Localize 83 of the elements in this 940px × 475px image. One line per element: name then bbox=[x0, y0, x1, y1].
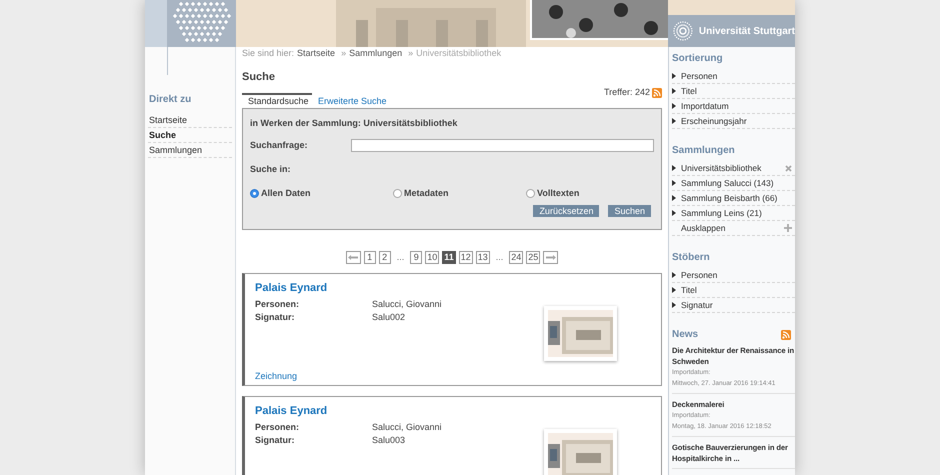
arrow-right-icon bbox=[672, 118, 676, 124]
sidebar-link[interactable]: Titel bbox=[672, 84, 795, 99]
sidebar-link[interactable]: Sammlung Salucci (143) bbox=[672, 176, 795, 191]
remove-icon bbox=[785, 164, 792, 172]
section-heading: Sammlungen bbox=[672, 144, 735, 158]
form-button[interactable]: Zurücksetzen bbox=[533, 204, 600, 216]
field-value: Salu003 bbox=[372, 434, 406, 446]
breadcrumb-link[interactable]: Sammlungen bbox=[349, 47, 402, 60]
section-heading: Stöbern bbox=[672, 251, 710, 265]
page-button[interactable]: 13 bbox=[476, 250, 490, 264]
arrow-right-icon bbox=[672, 272, 676, 278]
field-value: Salu002 bbox=[372, 310, 406, 322]
field-label: Personen: bbox=[255, 298, 300, 310]
field-label: Personen: bbox=[255, 420, 300, 432]
result-type-link[interactable]: Zeichnung bbox=[255, 370, 298, 383]
arrow-right-icon bbox=[672, 73, 676, 79]
section-heading: Sortierung bbox=[672, 52, 723, 66]
rss-icon bbox=[781, 330, 791, 340]
pagination-ellipsis: ... bbox=[396, 250, 404, 264]
arrow-right-icon bbox=[672, 210, 676, 216]
radio-button[interactable] bbox=[393, 189, 402, 198]
sidebar-link[interactable]: Personen bbox=[672, 268, 795, 283]
nav-link[interactable]: Suche bbox=[148, 128, 232, 143]
section-heading: Direkt zu bbox=[148, 93, 192, 107]
arrow-right-icon bbox=[672, 287, 676, 293]
sidebar-link[interactable]: Erscheinungsjahr bbox=[672, 114, 795, 129]
page-button[interactable]: 10 bbox=[425, 250, 440, 264]
arrow-left-icon bbox=[347, 254, 360, 261]
rss-icon bbox=[652, 88, 662, 98]
field-label: Signatur: bbox=[255, 434, 296, 446]
arrow-right-icon bbox=[672, 165, 676, 171]
sidebar-link[interactable]: Signatur bbox=[672, 298, 795, 313]
radio-label: Metadaten bbox=[404, 187, 449, 200]
arrow-right-icon bbox=[544, 254, 557, 261]
radio-button[interactable] bbox=[526, 189, 535, 198]
breadcrumb-separator: » bbox=[341, 47, 346, 60]
arrow-right-icon bbox=[672, 195, 676, 201]
breadcrumb-label: Sie sind hier: bbox=[242, 47, 294, 60]
result-title[interactable]: Palais Eynard bbox=[255, 403, 661, 420]
page-title: Suche bbox=[242, 70, 276, 82]
pagination-ellipsis: ... bbox=[496, 250, 504, 264]
brand-name: Universität Stuttgart bbox=[698, 24, 795, 38]
sidebar-link[interactable]: Sammlung Beisbarth (66) bbox=[672, 191, 795, 206]
arrow-right-icon bbox=[672, 180, 676, 186]
breadcrumb-link[interactable]: Startseite bbox=[297, 47, 336, 60]
sidebar-link[interactable]: Sammlung Leins (21) bbox=[672, 206, 795, 221]
nav-link[interactable]: Startseite bbox=[148, 113, 232, 128]
nav-link[interactable]: Sammlungen bbox=[148, 143, 232, 158]
page-button[interactable]: 9 bbox=[410, 250, 422, 264]
sidebar-link[interactable]: Importdatum bbox=[672, 99, 795, 114]
radio-label: Allen Daten bbox=[261, 187, 311, 200]
form-heading: in Werken der Sammlung: Universitätsbibliothek bbox=[250, 116, 458, 130]
hit-count: Treffer: 242 bbox=[604, 86, 650, 100]
query-field[interactable] bbox=[351, 139, 654, 152]
tab[interactable]: Erweiterte Suche bbox=[312, 92, 393, 106]
arrow-right-icon bbox=[672, 103, 676, 109]
arrow-right-icon bbox=[672, 302, 676, 308]
field-label: Signatur: bbox=[255, 310, 296, 322]
field-label: Suche in: bbox=[250, 162, 292, 176]
breadcrumb-separator: » bbox=[408, 47, 414, 60]
previous-page-button[interactable] bbox=[346, 250, 361, 264]
radio-label: Volltexten bbox=[537, 187, 580, 200]
field-value: Salucci, Giovanni bbox=[372, 298, 442, 310]
page-button[interactable]: 11 bbox=[442, 250, 456, 264]
radio-button[interactable] bbox=[250, 189, 259, 198]
page-button[interactable]: 12 bbox=[458, 250, 473, 264]
sidebar-link[interactable]: Personen bbox=[672, 69, 795, 84]
page-button[interactable]: 2 bbox=[378, 250, 391, 264]
field-value: Salucci, Giovanni bbox=[372, 420, 442, 432]
result-title[interactable]: Palais Eynard bbox=[255, 280, 661, 296]
arrow-right-icon bbox=[672, 88, 676, 94]
tab[interactable]: Standardsuche bbox=[242, 92, 312, 106]
field-label: Suchanfrage: bbox=[250, 139, 309, 152]
sidebar-link[interactable]: Ausklappen bbox=[672, 221, 795, 236]
page-button[interactable]: 1 bbox=[364, 250, 376, 264]
page-button[interactable]: 24 bbox=[509, 250, 524, 264]
sidebar-link[interactable]: Titel bbox=[672, 283, 795, 298]
sidebar-link[interactable]: Universitätsbibliothek bbox=[672, 161, 795, 176]
next-page-button[interactable] bbox=[543, 250, 558, 264]
form-button[interactable]: Suchen bbox=[608, 204, 651, 216]
section-heading: News bbox=[672, 328, 698, 342]
page-button[interactable]: 25 bbox=[526, 250, 540, 264]
plus-icon bbox=[784, 224, 792, 232]
